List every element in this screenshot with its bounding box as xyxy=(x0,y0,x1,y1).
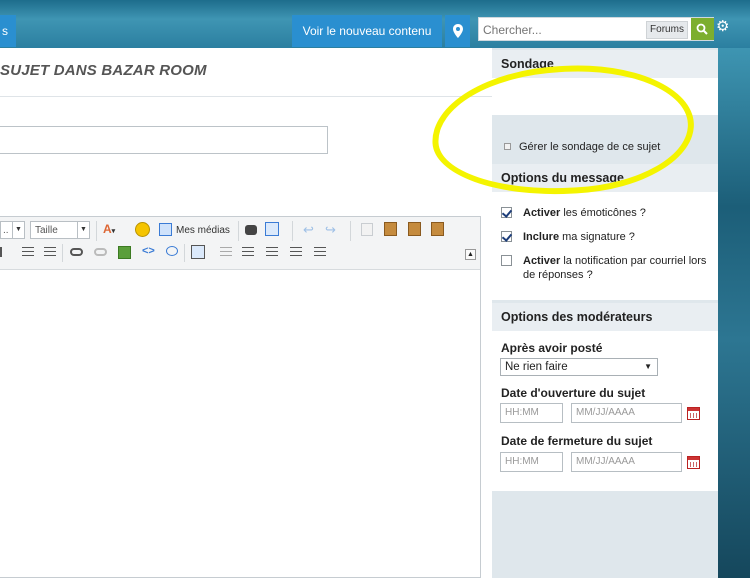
message-options-heading: Options du message xyxy=(492,164,718,192)
signature-checkbox[interactable] xyxy=(501,231,512,242)
sidebar: Sondage Gérer le sondage de ce sujet Opt… xyxy=(492,48,718,578)
outdent-icon[interactable] xyxy=(220,247,232,258)
post-form-page: sujet dans Bazar Room .. ▼ Taille ▼ A▾ Mes… xyxy=(0,48,718,578)
location-button[interactable] xyxy=(445,15,470,47)
code-icon[interactable]: <> xyxy=(142,245,158,261)
moderator-options-heading: Options des modérateurs xyxy=(492,303,718,331)
bullet-icon xyxy=(504,142,511,150)
binoculars-icon[interactable] xyxy=(245,225,257,235)
search-icon xyxy=(696,23,708,35)
redo-icon[interactable]: ↪ xyxy=(325,222,341,238)
message-options-block: Options du message Activer les émoticône… xyxy=(492,164,718,300)
toolbar-divider xyxy=(62,244,63,262)
bullet-list-icon[interactable] xyxy=(22,247,34,258)
open-date-input[interactable]: MM/JJ/AAAA xyxy=(571,403,682,423)
toolbar-divider xyxy=(184,244,185,262)
my-media-button[interactable]: Mes médias xyxy=(176,225,230,236)
text-color-icon[interactable]: A▾ xyxy=(103,222,119,238)
moderator-options-block: Options des modérateurs Après avoir post… xyxy=(492,303,718,491)
after-post-select[interactable]: Ne rien faire ▼ xyxy=(500,358,658,376)
emoticons-checkbox[interactable] xyxy=(501,207,512,218)
manage-poll-link[interactable]: Gérer le sondage de ce sujet xyxy=(504,140,660,154)
font-size-select[interactable]: Taille ▼ xyxy=(30,221,90,239)
toolbar-divider xyxy=(292,221,293,241)
media-icon[interactable] xyxy=(159,223,172,236)
close-date-label: Date de fermeture du sujet xyxy=(501,434,653,448)
undo-icon[interactable]: ↩ xyxy=(303,222,319,238)
spoiler-icon[interactable] xyxy=(191,245,205,259)
manage-poll-label: Gérer le sondage de ce sujet xyxy=(519,141,661,153)
after-post-label: Après avoir posté xyxy=(501,341,603,355)
search-input[interactable] xyxy=(483,21,633,38)
paste-icon[interactable] xyxy=(384,222,397,236)
align-center-icon[interactable] xyxy=(290,247,302,258)
poll-heading: Sondage xyxy=(492,50,718,78)
paste-word-icon[interactable] xyxy=(431,222,444,236)
numbered-list-icon[interactable] xyxy=(44,247,56,258)
page-title: sujet dans Bazar Room xyxy=(0,62,207,79)
calendar-icon[interactable] xyxy=(687,456,700,469)
open-time-input[interactable]: HH:MM xyxy=(500,403,563,423)
close-date-input[interactable]: MM/JJ/AAAA xyxy=(571,452,682,472)
close-time-input[interactable]: HH:MM xyxy=(500,452,563,472)
indent-more-icon[interactable] xyxy=(242,247,254,258)
quote-icon[interactable] xyxy=(166,246,178,256)
align-left-icon[interactable] xyxy=(266,247,278,258)
search-scope-button[interactable]: Forums xyxy=(646,21,688,39)
calendar-icon[interactable] xyxy=(687,407,700,420)
copy-icon[interactable] xyxy=(361,223,373,236)
message-editor: .. ▼ Taille ▼ A▾ Mes médias ↩ ↪ <> ▲ xyxy=(0,216,481,578)
page-background xyxy=(718,48,750,578)
location-pin-icon xyxy=(452,24,463,38)
indent-icon[interactable] xyxy=(0,247,6,257)
unlink-icon[interactable] xyxy=(94,248,107,256)
subject-input[interactable] xyxy=(0,126,328,154)
poll-block: Sondage xyxy=(492,50,718,115)
image-icon[interactable] xyxy=(118,246,131,259)
search-box: Forums xyxy=(478,17,714,41)
emoticon-icon[interactable] xyxy=(135,222,150,237)
paste-text-icon[interactable] xyxy=(408,222,421,236)
nav-tab-partial[interactable]: s xyxy=(0,15,16,47)
toolbar-divider xyxy=(96,221,97,241)
toolbar-divider xyxy=(238,221,239,241)
gear-icon[interactable]: ⚙ xyxy=(716,18,729,36)
view-new-content-button[interactable]: Voir le nouveau contenu xyxy=(292,15,442,47)
open-date-label: Date d'ouverture du sujet xyxy=(501,386,646,400)
toggle-toolbar-icon[interactable]: ▲ xyxy=(465,249,476,260)
toolbar-divider xyxy=(350,221,351,241)
replace-icon[interactable] xyxy=(265,222,279,236)
search-button[interactable] xyxy=(691,18,714,40)
link-icon[interactable] xyxy=(70,248,83,256)
editor-toolbar: .. ▼ Taille ▼ A▾ Mes médias ↩ ↪ <> ▲ xyxy=(0,217,480,270)
notification-checkbox[interactable] xyxy=(501,255,512,266)
align-right-icon[interactable] xyxy=(314,247,326,258)
font-select[interactable]: .. ▼ xyxy=(0,221,25,239)
